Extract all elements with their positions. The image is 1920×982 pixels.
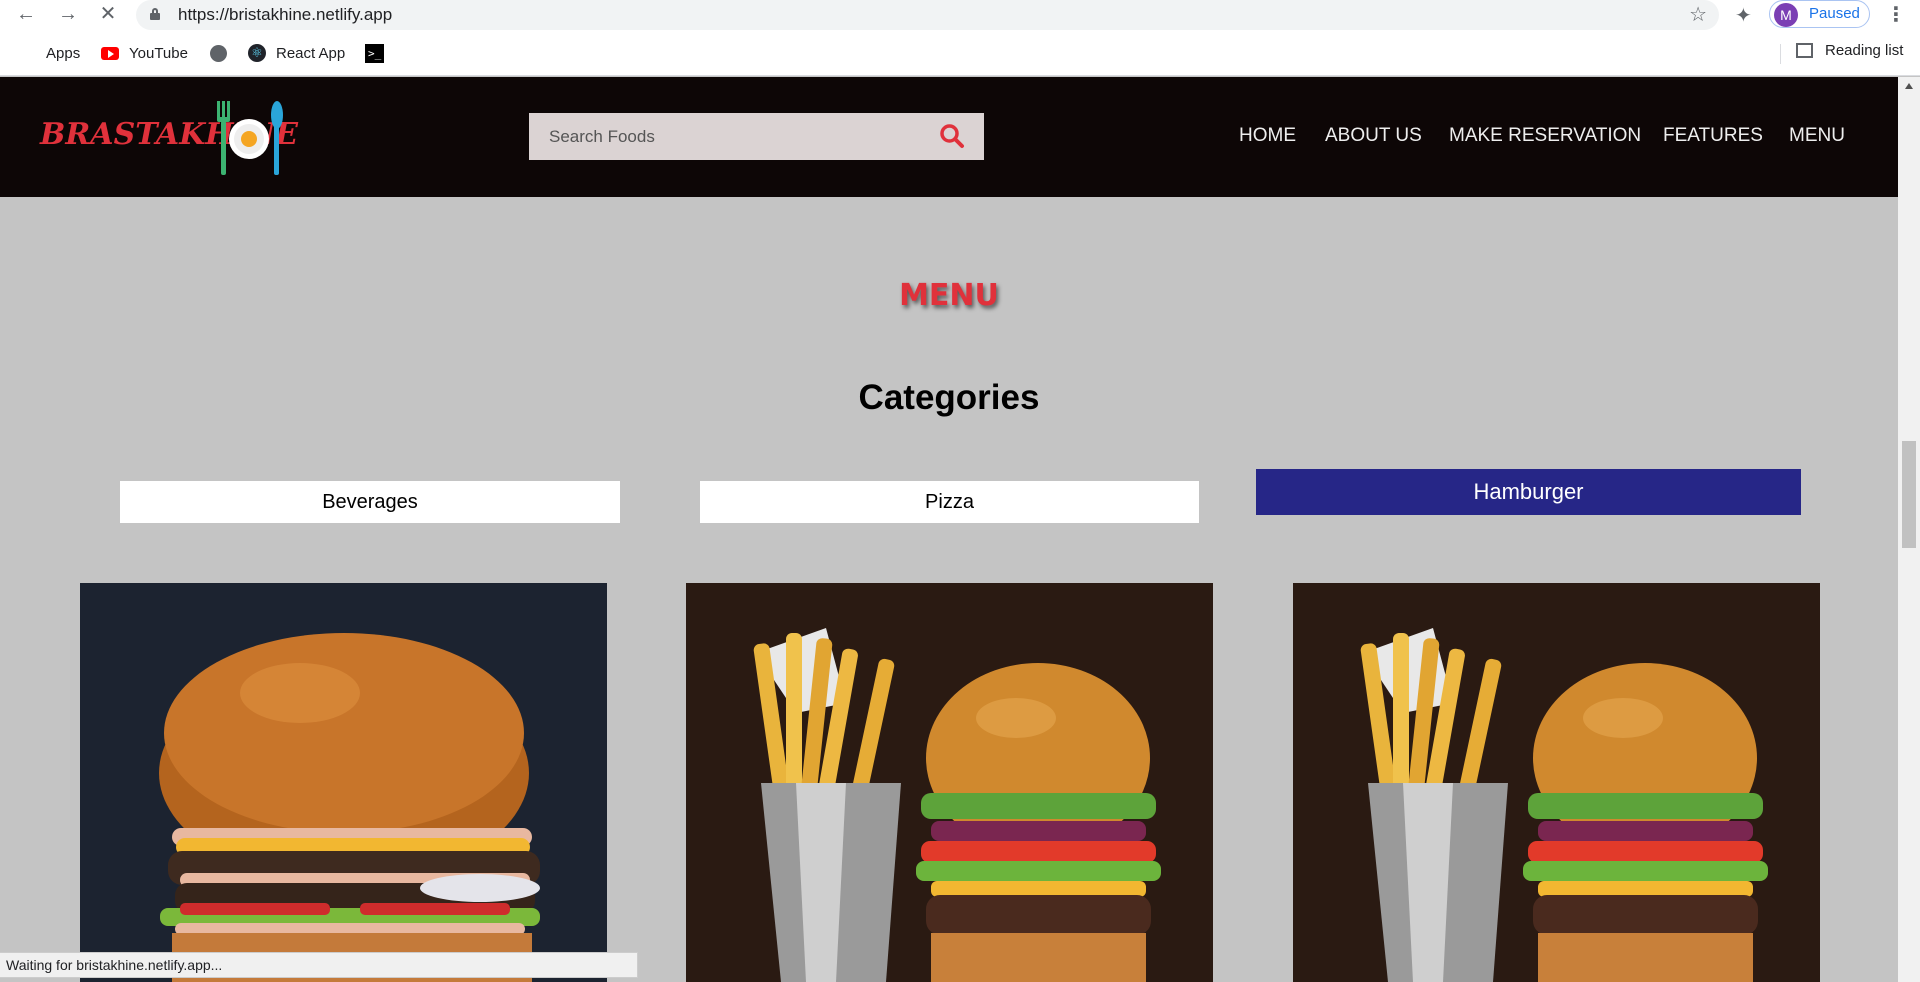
reading-list-icon — [1796, 43, 1813, 58]
nav-features[interactable]: FEATURES — [1663, 125, 1763, 147]
search-input[interactable] — [549, 125, 929, 149]
address-row: ← → ✕ https://bristakhine.netlify.app ☆ … — [0, 0, 1920, 32]
reading-list-button[interactable]: Reading list — [1796, 42, 1903, 59]
browser-menu-icon[interactable]: ⋮ — [1886, 2, 1906, 27]
page-scrollbar[interactable] — [1898, 77, 1920, 982]
scroll-thumb[interactable] — [1902, 441, 1916, 548]
browser-status-bar: Waiting for bristakhine.netlify.app... — [0, 952, 638, 978]
fries-and-burger-photo — [1293, 583, 1820, 982]
categories-heading: Categories — [858, 378, 1040, 417]
bookmarks-bar: Apps YouTube ⚛ React App >_ Reading list — [0, 38, 1920, 68]
stop-loading-icon[interactable]: ✕ — [94, 2, 122, 26]
bookmark-terminal[interactable]: >_ — [365, 42, 394, 64]
lock-icon[interactable] — [150, 8, 160, 20]
site-header: BRASTAKHINE HOME ABOUT US MAKE RESERVATI… — [0, 77, 1898, 197]
bookmark-label: Apps — [46, 44, 81, 62]
youtube-icon — [101, 46, 119, 60]
profile-status: Paused — [1809, 5, 1860, 22]
globe-icon — [210, 44, 227, 62]
nav-make-reservation[interactable]: MAKE RESERVATION — [1449, 125, 1641, 147]
terminal-icon: >_ — [365, 43, 384, 63]
category-pizza-button[interactable]: Pizza — [700, 481, 1199, 523]
bookmark-globe[interactable] — [210, 42, 237, 64]
address-bar[interactable]: https://bristakhine.netlify.app ☆ — [136, 0, 1719, 30]
category-beverages-button[interactable]: Beverages — [120, 481, 620, 523]
bookmark-label: YouTube — [129, 44, 188, 62]
bookmark-youtube[interactable]: YouTube — [101, 42, 188, 64]
food-card-fries-burger-2[interactable] — [1293, 583, 1820, 982]
plate-cutlery-icon — [217, 101, 283, 175]
bookmark-star-icon[interactable]: ☆ — [1689, 2, 1707, 27]
bookmarks-divider — [1780, 44, 1781, 64]
burger-photo — [80, 583, 607, 982]
fries-and-burger-photo — [686, 583, 1213, 982]
category-hamburger-button[interactable]: Hamburger — [1256, 469, 1801, 515]
reading-list-label: Reading list — [1825, 42, 1904, 59]
nav-menu[interactable]: MENU — [1789, 125, 1845, 147]
scroll-up-arrow-icon[interactable] — [1905, 83, 1913, 89]
url-text[interactable]: https://bristakhine.netlify.app — [178, 5, 392, 25]
search-box — [529, 113, 984, 160]
forward-icon[interactable]: → — [54, 2, 82, 26]
extensions-icon[interactable]: ✦ — [1735, 3, 1752, 28]
bookmark-apps[interactable]: Apps — [20, 42, 80, 64]
bookmark-react-app[interactable]: ⚛ React App — [248, 42, 345, 64]
food-card-fries-burger[interactable] — [686, 583, 1213, 982]
browser-chrome: ← → ✕ https://bristakhine.netlify.app ☆ … — [0, 0, 1920, 76]
react-icon: ⚛ — [248, 44, 266, 62]
apps-grid-icon — [20, 45, 36, 61]
nav-about-us[interactable]: ABOUT US — [1325, 125, 1422, 147]
avatar: M — [1774, 3, 1798, 27]
menu-section-title: MENU — [899, 278, 999, 313]
back-icon[interactable]: ← — [12, 2, 40, 26]
search-icon[interactable] — [939, 123, 965, 149]
food-card-burger[interactable] — [80, 583, 607, 982]
bookmark-label: React App — [276, 44, 346, 62]
nav-home[interactable]: HOME — [1239, 125, 1296, 147]
profile-button[interactable]: M Paused — [1769, 0, 1870, 28]
